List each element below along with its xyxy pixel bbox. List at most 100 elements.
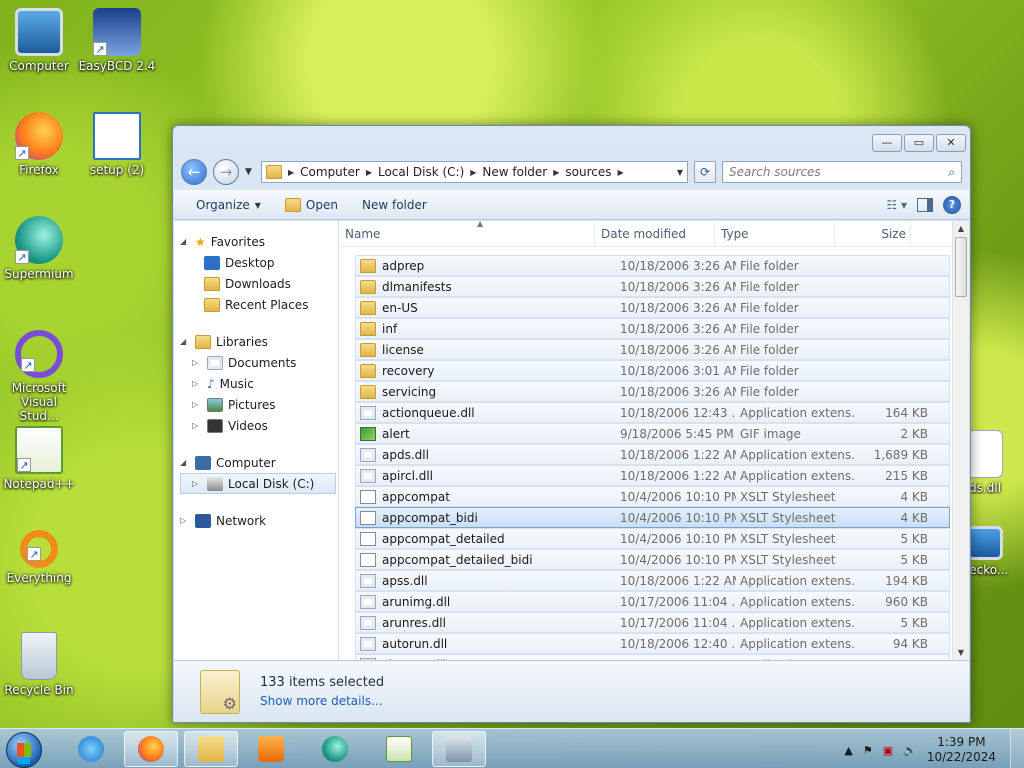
- clock[interactable]: 1:39 PM 10/22/2024: [927, 735, 996, 765]
- desktop-icon-notepadpp[interactable]: ↗ Notepad++: [0, 426, 78, 491]
- scroll-thumb[interactable]: [955, 237, 967, 297]
- file-row[interactable]: adprep 10/18/2006 3:26 AM File folder: [355, 255, 950, 276]
- nav-item-local-disk[interactable]: ▷ Local Disk (C:): [180, 473, 336, 494]
- collapsed-arrow-icon[interactable]: ▷: [192, 421, 202, 430]
- desktop-icon-recycle-bin[interactable]: Recycle Bin: [0, 632, 78, 697]
- expand-arrow-icon[interactable]: ◢: [180, 337, 190, 346]
- scroll-down-icon[interactable]: ▼: [953, 645, 969, 660]
- desktop-icon-everything[interactable]: ↗ Everything: [0, 530, 78, 585]
- organize-button[interactable]: Organize ▼: [188, 195, 269, 215]
- column-header-type[interactable]: Type: [715, 221, 835, 247]
- breadcrumb-local-disk[interactable]: Local Disk (C:): [378, 165, 464, 179]
- file-row[interactable]: apss.dll 10/18/2006 1:22 AM Application ex…: [355, 570, 950, 591]
- file-row[interactable]: appcompat_detailed 10/4/2006 10:10 PM XSLT…: [355, 528, 950, 549]
- file-row[interactable]: en-US 10/18/2006 3:26 AM File folder: [355, 297, 950, 318]
- file-row[interactable]: servicing 10/18/2006 3:26 AM File folder: [355, 381, 950, 402]
- desktop-icon-computer[interactable]: Computer: [0, 8, 78, 73]
- show-desktop-button[interactable]: [1010, 729, 1024, 768]
- show-more-details-link[interactable]: Show more details...: [260, 694, 384, 708]
- column-header-size[interactable]: Size: [835, 221, 911, 247]
- breadcrumb-sources[interactable]: sources: [565, 165, 611, 179]
- file-row[interactable]: autorun.dll 10/18/2006 12:40 ... Applicati…: [355, 633, 950, 654]
- taskbar-setup[interactable]: [432, 731, 486, 767]
- collapsed-arrow-icon[interactable]: ▷: [192, 400, 202, 409]
- file-row[interactable]: apds.dll 10/18/2006 1:22 AM Application ex…: [355, 444, 950, 465]
- nav-item-videos[interactable]: ▷ Videos: [174, 415, 338, 436]
- scroll-up-icon[interactable]: ▲: [953, 221, 969, 236]
- nav-item-recent-places[interactable]: Recent Places: [174, 294, 338, 315]
- collapsed-arrow-icon[interactable]: ▷: [192, 358, 202, 367]
- file-row[interactable]: appcompat_detailed_bidi 10/4/2006 10:10 P…: [355, 549, 950, 570]
- chevron-right-icon[interactable]: ▶: [618, 168, 624, 177]
- collapsed-arrow-icon[interactable]: ▷: [192, 479, 202, 488]
- nav-item-desktop[interactable]: Desktop: [174, 252, 338, 273]
- column-header-date[interactable]: Date modified: [595, 221, 715, 247]
- show-hidden-icons-icon[interactable]: ▲: [844, 744, 852, 757]
- breadcrumb-new-folder[interactable]: New folder: [482, 165, 547, 179]
- nav-favorites[interactable]: ◢ ★ Favorites: [174, 231, 338, 252]
- file-row[interactable]: actionqueue.dll 10/18/2006 12:43 ... Appli…: [355, 402, 950, 423]
- view-options-icon[interactable]: ☷ ▾: [886, 198, 907, 212]
- desktop-icon-label: Computer: [9, 59, 69, 73]
- file-row[interactable]: inf 10/18/2006 3:26 AM File folder: [355, 318, 950, 339]
- breadcrumb-computer[interactable]: Computer: [300, 165, 360, 179]
- file-row[interactable]: appcompat_bidi 10/4/2006 10:10 PM XSLT Sty…: [355, 507, 950, 528]
- taskbar-media-player[interactable]: [244, 731, 298, 767]
- taskbar-firefox[interactable]: [124, 731, 178, 767]
- file-row[interactable]: appcompat 10/4/2006 10:10 PM XSLT Styleshe…: [355, 486, 950, 507]
- address-bar[interactable]: ▶ Computer ▶ Local Disk (C:) ▶ New folde…: [261, 161, 688, 183]
- nav-item-pictures[interactable]: ▷ Pictures: [174, 394, 338, 415]
- desktop-icon-setup[interactable]: setup (2): [78, 112, 156, 177]
- expand-arrow-icon[interactable]: ◢: [180, 458, 190, 467]
- vertical-scrollbar[interactable]: ▲ ▼: [952, 221, 969, 660]
- file-row[interactable]: dlmanifests 10/18/2006 3:26 AM File folder: [355, 276, 950, 297]
- desktop-icon-supermium[interactable]: ↗ Supermium: [0, 216, 78, 281]
- collapsed-arrow-icon[interactable]: ▷: [180, 516, 190, 525]
- file-row[interactable]: license 10/18/2006 3:26 AM File folder: [355, 339, 950, 360]
- help-icon[interactable]: ?: [943, 196, 961, 214]
- nav-computer[interactable]: ◢ Computer: [174, 452, 338, 473]
- volume-icon[interactable]: 🔈: [903, 744, 917, 757]
- refresh-button[interactable]: ⟳: [694, 161, 716, 183]
- new-folder-button[interactable]: New folder: [354, 195, 435, 215]
- nav-item-music[interactable]: ▷ ♪ Music: [174, 373, 338, 394]
- chevron-right-icon[interactable]: ▶: [366, 168, 372, 177]
- maximize-button[interactable]: ▭: [904, 134, 934, 152]
- file-row[interactable]: arunres.dll 10/17/2006 11:04 ... Applicati…: [355, 612, 950, 633]
- desktop-icon-firefox[interactable]: ↗ Firefox: [0, 112, 78, 177]
- nav-network[interactable]: ▷ Network: [174, 510, 338, 531]
- nav-item-downloads[interactable]: Downloads: [174, 273, 338, 294]
- minimize-button[interactable]: —: [872, 134, 902, 152]
- nav-item-documents[interactable]: ▷ Documents: [174, 352, 338, 373]
- forward-button[interactable]: →: [213, 159, 239, 185]
- open-button[interactable]: Open: [277, 195, 346, 215]
- preview-pane-icon[interactable]: [917, 198, 933, 212]
- back-button[interactable]: ←: [181, 159, 207, 185]
- file-row[interactable]: apircl.dll 10/18/2006 1:22 AM Application …: [355, 465, 950, 486]
- expand-arrow-icon[interactable]: ◢: [180, 237, 190, 246]
- nav-libraries[interactable]: ◢ Libraries: [174, 331, 338, 352]
- close-button[interactable]: ✕: [936, 134, 966, 152]
- search-input[interactable]: Search sources ⌕: [722, 161, 962, 183]
- start-button[interactable]: [6, 732, 42, 768]
- taskbar-supermium[interactable]: [308, 731, 362, 767]
- chevron-right-icon[interactable]: ▶: [470, 168, 476, 177]
- folder-icon: [360, 363, 376, 378]
- recent-pages-dropdown[interactable]: ▼: [245, 167, 255, 177]
- network-status-icon[interactable]: ▣: [883, 744, 893, 757]
- taskbar-explorer[interactable]: [184, 731, 238, 767]
- collapsed-arrow-icon[interactable]: ▷: [192, 379, 202, 388]
- column-header-name[interactable]: Name: [339, 221, 595, 247]
- desktop-icon-easybcd[interactable]: ↗ EasyBCD 2.4: [78, 8, 156, 73]
- taskbar-notepadpp[interactable]: [372, 731, 426, 767]
- desktop-icon-visual-studio[interactable]: ↗ Microsoft Visual Stud...: [0, 330, 78, 423]
- address-dropdown-icon[interactable]: ▼: [677, 168, 687, 177]
- nav-group-libraries: ◢ Libraries ▷ Documents ▷ ♪ Music ▷ Pict…: [174, 331, 338, 436]
- file-row[interactable]: recovery 10/18/2006 3:01 AM File folder: [355, 360, 950, 381]
- navigation-pane: ◢ ★ Favorites Desktop Downloads Recent P…: [174, 221, 339, 660]
- chevron-right-icon[interactable]: ▶: [553, 168, 559, 177]
- action-center-icon[interactable]: ⚑: [863, 744, 873, 757]
- file-row[interactable]: alert 9/18/2006 5:45 PM GIF image 2 KB: [355, 423, 950, 444]
- file-row[interactable]: arunimg.dll 10/17/2006 11:04 ... Applicati…: [355, 591, 950, 612]
- taskbar-ie[interactable]: [64, 731, 118, 767]
